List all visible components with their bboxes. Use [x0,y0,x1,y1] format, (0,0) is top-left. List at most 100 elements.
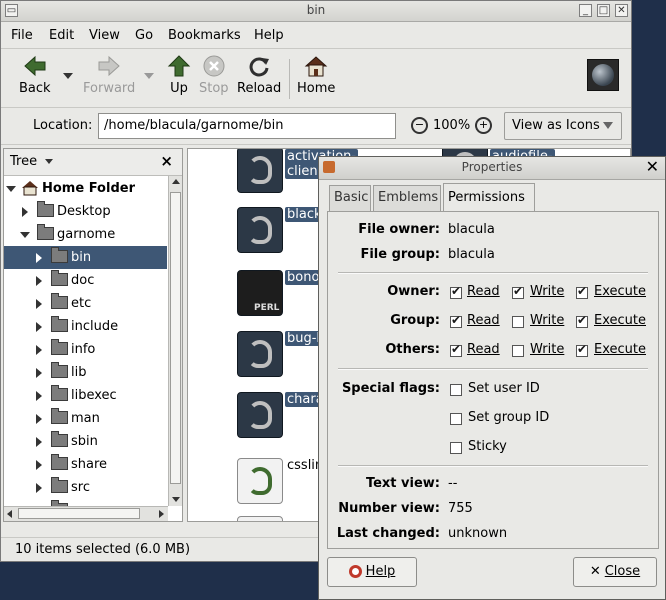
close-button[interactable]: ✕ Close [573,557,657,587]
tree-item-garnome[interactable]: garnome [4,223,167,246]
tree-vertical-scrollbar[interactable] [168,176,182,506]
owner-read-checkbox[interactable] [450,284,462,299]
tree-item-etc[interactable]: etc [4,292,167,315]
menu-edit[interactable]: Edit [49,28,74,43]
group-read-label[interactable]: Read [467,313,500,328]
set-user-id-label[interactable]: Set user ID [468,381,540,396]
tree-scroll-thumb[interactable] [170,192,181,484]
file-icon[interactable] [237,331,283,377]
sticky-label[interactable]: Sticky [468,439,507,454]
others-write-checkbox[interactable] [512,345,524,357]
back-button[interactable]: Back [19,55,51,96]
file-icon[interactable] [237,207,283,253]
file-icon[interactable] [237,516,283,521]
expander-icon[interactable] [36,437,42,447]
expander-icon[interactable] [6,186,16,192]
scroll-down-icon[interactable] [172,497,180,502]
home-button[interactable]: Home [297,55,335,96]
perl-script-icon[interactable]: PERL [237,270,283,316]
group-write-checkbox[interactable] [512,316,524,328]
tree-root-home-folder[interactable]: Home Folder [4,177,167,200]
file-name[interactable]: eog [285,518,313,521]
stop-button[interactable]: Stop [199,55,229,96]
expander-icon[interactable] [36,391,42,401]
scroll-up-icon[interactable] [172,179,180,184]
expander-icon[interactable] [22,207,28,217]
tree-item-doc[interactable]: doc [4,269,167,292]
menu-view[interactable]: View [89,28,120,43]
group-execute-checkbox[interactable] [576,313,588,328]
zoom-in-icon[interactable]: + [475,117,492,134]
zoom-out-icon[interactable]: − [411,117,428,134]
set-group-id-checkbox[interactable] [450,413,462,425]
others-read-label[interactable]: Read [467,342,500,357]
location-input[interactable]: /home/blacula/garnome/bin [98,113,396,139]
owner-read-label[interactable]: Read [467,284,500,299]
file-icon[interactable] [237,458,283,504]
expander-icon[interactable] [36,414,42,424]
group-write-label[interactable]: Write [530,313,564,328]
file-icon[interactable] [237,392,283,438]
file-icon[interactable] [237,149,283,193]
tree-item-sbin[interactable]: sbin [4,430,167,453]
tree-item-lib[interactable]: lib [4,361,167,384]
owner-execute-checkbox[interactable] [576,284,588,299]
set-group-id-label[interactable]: Set group ID [468,410,549,425]
menu-file[interactable]: File [11,28,33,43]
help-button[interactable]: Help [327,557,417,587]
tree-item-bin[interactable]: bin [4,246,167,269]
set-user-id-checkbox[interactable] [450,384,462,396]
tree-item-share[interactable]: share [4,453,167,476]
tree-item-include[interactable]: include [4,315,167,338]
owner-execute-label[interactable]: Execute [594,284,646,299]
minimize-button[interactable]: _ [579,4,592,17]
tree-item-src[interactable]: src [4,476,167,499]
others-execute-checkbox[interactable] [576,342,588,357]
dialog-close-icon[interactable]: ✕ [646,157,659,176]
tab-basic[interactable]: Basic [329,185,371,211]
menu-help[interactable]: Help [254,28,284,43]
expander-icon[interactable] [36,483,42,493]
tab-emblems[interactable]: Emblems [373,185,441,211]
tree-horizontal-scrollbar[interactable] [4,506,168,521]
up-button[interactable]: Up [167,55,191,96]
menu-bookmarks[interactable]: Bookmarks [168,28,241,43]
scroll-left-icon[interactable] [7,510,12,518]
close-pane-icon[interactable]: × [160,152,173,170]
forward-history-dropdown-icon[interactable] [144,73,154,79]
expander-icon[interactable] [36,253,42,263]
tree-item-libexec[interactable]: libexec [4,384,167,407]
sticky-checkbox[interactable] [450,442,462,454]
expander-icon[interactable] [36,345,42,355]
close-window-button[interactable]: ✕ [615,4,628,17]
expander-icon[interactable] [36,322,42,332]
group-read-checkbox[interactable] [450,313,462,328]
expander-icon[interactable] [36,299,42,309]
scroll-right-icon[interactable] [159,510,164,518]
tree-hscroll-thumb[interactable] [18,508,140,519]
owner-write-checkbox[interactable] [512,284,524,299]
expander-icon[interactable] [36,460,42,470]
reload-button[interactable]: Reload [237,55,281,96]
tree-item-man[interactable]: man [4,407,167,430]
view-as-dropdown[interactable]: View as Icons [504,112,622,140]
menu-go[interactable]: Go [135,28,153,43]
expander-icon[interactable] [36,276,42,286]
forward-button[interactable]: Forward [83,55,135,96]
expander-icon[interactable] [36,368,42,378]
maximize-button[interactable]: □ [597,4,610,17]
others-execute-label[interactable]: Execute [594,342,646,357]
owner-write-label[interactable]: Write [530,284,564,299]
side-pane-type-selector[interactable]: Tree [10,154,54,169]
tree-item-desktop[interactable]: Desktop [4,200,167,223]
group-execute-label[interactable]: Execute [594,313,646,328]
file-name[interactable]: bono [285,270,322,285]
tree-item-info[interactable]: info [4,338,167,361]
expander-icon[interactable] [20,232,30,238]
dialog-title-bar[interactable]: Properties ✕ [319,157,665,180]
back-history-dropdown-icon[interactable] [63,73,73,79]
others-write-label[interactable]: Write [530,342,564,357]
zoom-level[interactable]: 100% [433,118,470,133]
title-bar[interactable]: ▭ bin _ □ ✕ [1,1,631,22]
others-read-checkbox[interactable] [450,342,462,357]
